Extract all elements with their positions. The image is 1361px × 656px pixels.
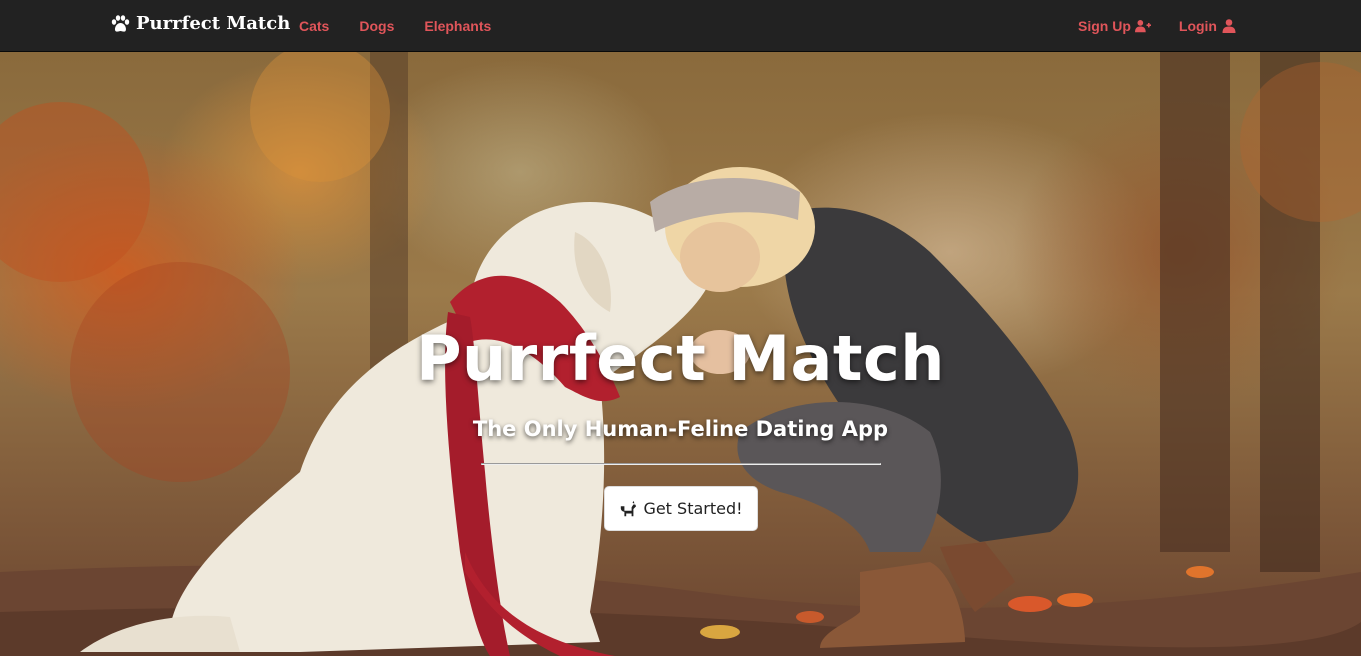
login-label: Login xyxy=(1178,18,1217,34)
get-started-button[interactable]: Get Started! xyxy=(604,486,758,531)
nav-link-dogs[interactable]: Dogs xyxy=(359,18,394,34)
paw-icon xyxy=(111,14,130,32)
nav-link-elephants[interactable]: Elephants xyxy=(424,18,491,34)
get-started-label: Get Started! xyxy=(643,499,743,518)
signup-link[interactable]: Sign Up xyxy=(1078,18,1151,34)
signup-label: Sign Up xyxy=(1078,18,1131,34)
brand-link[interactable]: Purrfect Match xyxy=(110,13,290,34)
nav-right: Sign Up Login xyxy=(1078,18,1237,34)
brand-name: Purrfect Match xyxy=(136,13,291,34)
hero-title: Purrfect Match xyxy=(416,322,945,395)
dog-icon xyxy=(621,500,637,516)
navbar: Purrfect Match Cats Dogs Elephants Sign … xyxy=(0,0,1361,52)
user-icon xyxy=(1222,19,1236,33)
user-plus-icon xyxy=(1134,20,1151,33)
nav-link-cats[interactable]: Cats xyxy=(299,18,329,34)
hero-subtitle: The Only Human-Feline Dating App xyxy=(472,417,889,441)
hero-section: Purrfect Match The Only Human-Feline Dat… xyxy=(0,52,1361,656)
login-link[interactable]: Login xyxy=(1179,18,1237,34)
hero-divider xyxy=(481,463,881,465)
nav-left: Cats Dogs Elephants xyxy=(299,18,491,34)
